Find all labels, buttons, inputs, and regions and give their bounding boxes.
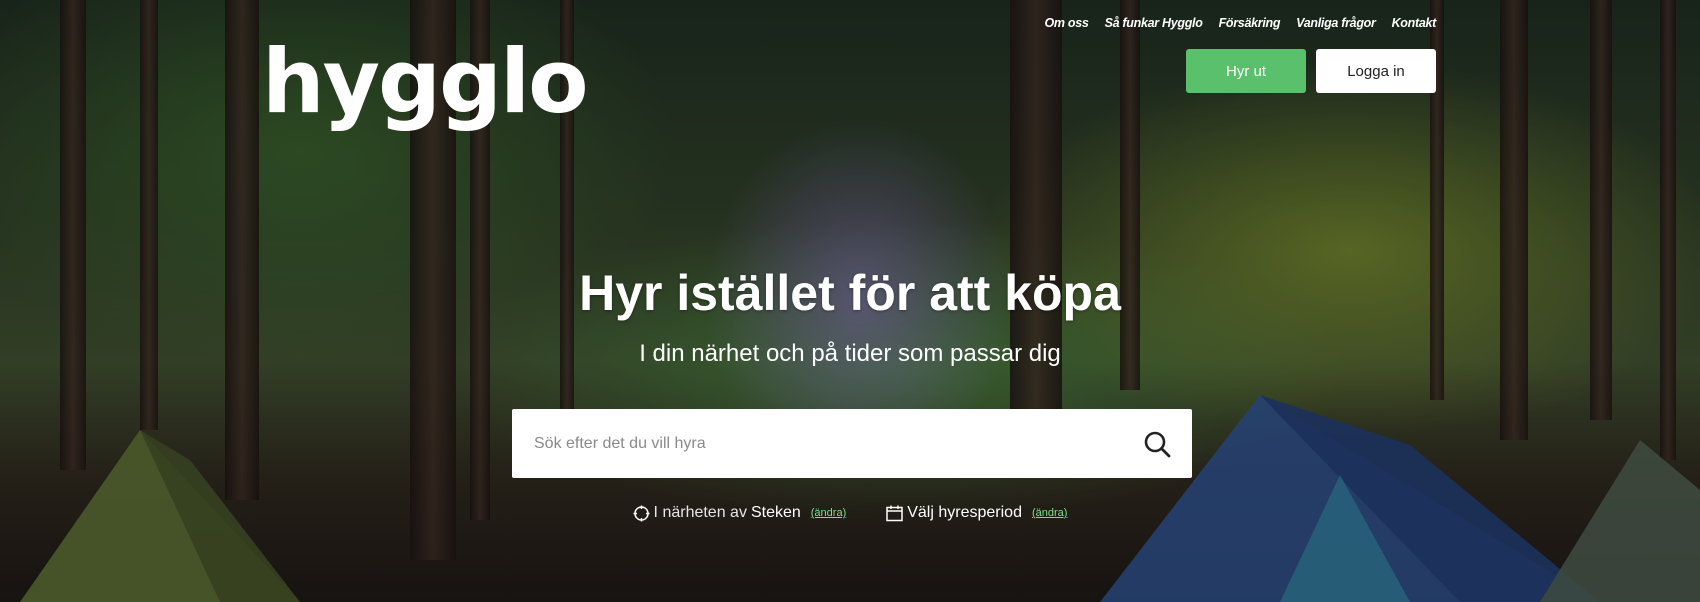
search-bar: [512, 409, 1192, 478]
location-filter[interactable]: I närheten av Steken (ändra): [633, 504, 846, 522]
hero-subheadline: I din närhet och på tider som passar dig: [639, 340, 1061, 367]
nav-link-om-oss[interactable]: Om oss: [1045, 16, 1089, 30]
change-location-link[interactable]: (ändra): [811, 507, 846, 519]
calendar-icon: [886, 505, 903, 521]
nav-link-kontakt[interactable]: Kontakt: [1392, 16, 1437, 30]
location-place: Steken: [750, 504, 801, 521]
search-icon: [1144, 431, 1171, 458]
search-button[interactable]: [1142, 429, 1172, 459]
period-filter[interactable]: Välj hyresperiod (ändra): [886, 504, 1067, 522]
hero-headline: Hyr istället för att köpa: [579, 265, 1121, 321]
nav-link-vanliga-fragor[interactable]: Vanliga frågor: [1296, 16, 1376, 30]
rent-out-button[interactable]: Hyr ut: [1186, 49, 1306, 93]
hygglo-logo[interactable]: hygglo: [262, 38, 589, 126]
top-navigation: Om oss Så funkar Hygglo Försäkring Vanli…: [1045, 16, 1437, 30]
nav-link-sa-funkar-hygglo[interactable]: Så funkar Hygglo: [1105, 16, 1203, 30]
search-filters: I närheten av Steken (ändra) Välj hyresp…: [0, 504, 1700, 522]
location-target-icon: [633, 505, 650, 521]
login-button[interactable]: Logga in: [1316, 49, 1436, 93]
period-label: Välj hyresperiod: [907, 504, 1022, 521]
nav-link-forsakring[interactable]: Försäkring: [1219, 16, 1281, 30]
change-period-link[interactable]: (ändra): [1032, 507, 1067, 519]
location-prefix: I närheten av: [653, 504, 747, 521]
search-input[interactable]: [512, 409, 1112, 478]
